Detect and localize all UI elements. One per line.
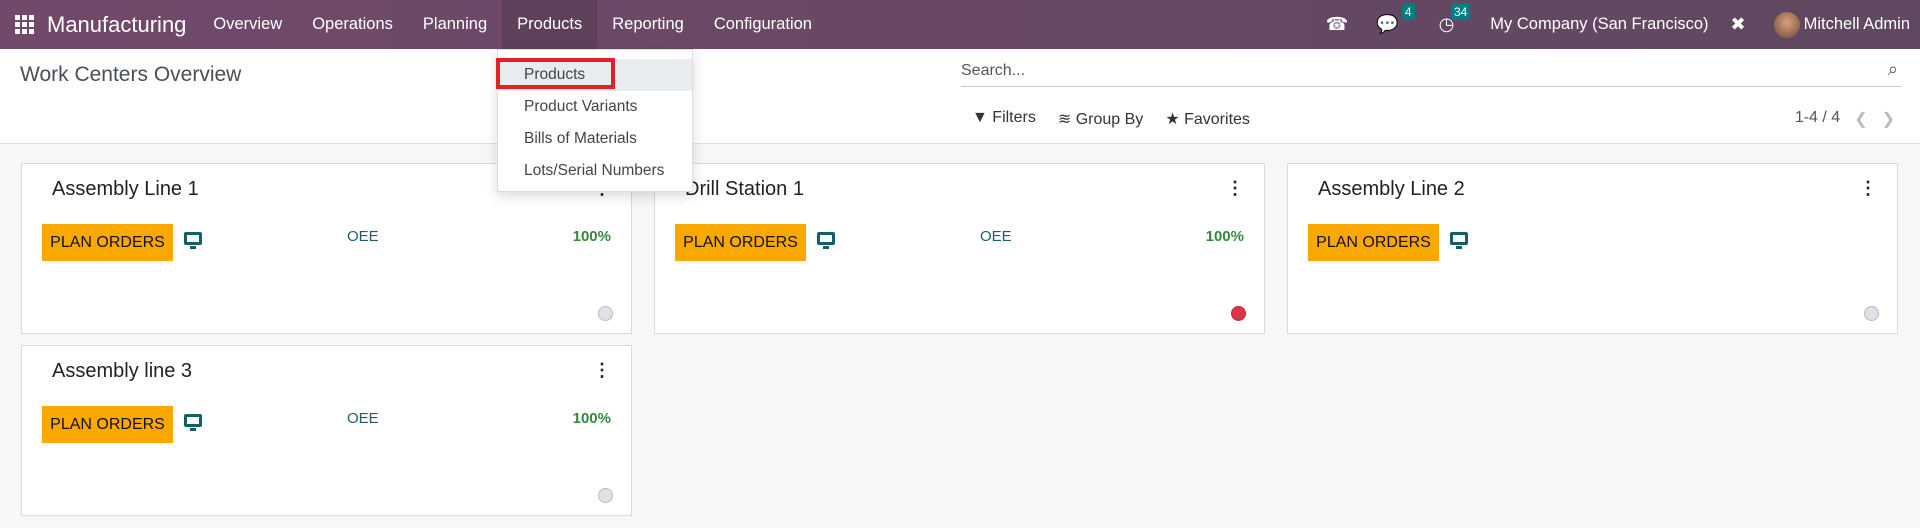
messages-icon[interactable]: 💬 4 [1376, 4, 1415, 35]
plan-orders-button[interactable]: PLAN ORDERS [675, 224, 806, 261]
kebab-menu-icon[interactable]: ⋮ [593, 360, 611, 381]
app-name[interactable]: Manufacturing [47, 12, 186, 38]
oee-label: OEE [347, 410, 379, 427]
group-by-button[interactable]: ≋ Group By [1058, 109, 1143, 129]
kebab-menu-icon[interactable]: ⋮ [1859, 178, 1877, 199]
plan-orders-button[interactable]: PLAN ORDERS [42, 406, 173, 443]
card-title[interactable]: Assembly line 3 [52, 360, 192, 383]
kebab-menu-icon[interactable]: ⋮ [1226, 178, 1244, 199]
card-title[interactable]: Assembly Line 2 [1318, 178, 1465, 201]
plan-orders-button[interactable]: PLAN ORDERS [1308, 224, 1439, 261]
chevron-left-icon[interactable]: ❮ [1854, 109, 1867, 129]
favorites-label: Favorites [1184, 111, 1250, 128]
company-switcher[interactable]: My Company (San Francisco) [1490, 15, 1708, 34]
monitor-icon[interactable] [1450, 232, 1468, 249]
plan-orders-button[interactable]: PLAN ORDERS [42, 224, 173, 261]
page-title: Work Centers Overview [20, 63, 242, 86]
oee-value: 100% [572, 228, 611, 245]
menu-planning[interactable]: Planning [408, 0, 502, 49]
monitor-icon[interactable] [184, 414, 202, 431]
filters-button[interactable]: ▼ Filters [972, 109, 1036, 129]
search-input[interactable]: Search... ⌕ [961, 59, 1902, 87]
control-panel: Work Centers Overview Search... ⌕ ▼ Filte… [0, 49, 1920, 144]
activities-badge: 34 [1450, 4, 1471, 20]
menu-reporting[interactable]: Reporting [597, 0, 699, 49]
top-navbar: Manufacturing Overview Operations Planni… [0, 0, 1920, 49]
avatar[interactable] [1773, 11, 1800, 38]
status-dot[interactable] [598, 488, 613, 503]
highlight-box [496, 58, 615, 89]
workcenter-card[interactable]: Assembly line 3 ⋮ PLAN ORDERS OEE 100% [21, 345, 632, 516]
menu-overview[interactable]: Overview [198, 0, 297, 49]
layers-icon: ≋ [1057, 111, 1072, 128]
search-icon[interactable]: ⌕ [1888, 59, 1898, 80]
monitor-icon[interactable] [817, 232, 835, 249]
oee-value: 100% [1205, 228, 1244, 245]
status-dot[interactable] [1864, 306, 1879, 321]
favorites-button[interactable]: ★ Favorites [1165, 109, 1250, 129]
filters-label: Filters [992, 109, 1036, 126]
card-title[interactable]: Assembly Line 1 [52, 178, 199, 201]
dropdown-item-product-variants[interactable]: Product Variants [498, 91, 692, 123]
search-placeholder: Search... [961, 62, 1026, 79]
oee-label: OEE [980, 228, 1012, 245]
oee-value: 100% [572, 410, 611, 427]
status-dot[interactable] [1231, 306, 1246, 321]
filter-icon: ▼ [972, 109, 988, 126]
chevron-right-icon[interactable]: ❯ [1882, 109, 1895, 129]
workcenter-card[interactable]: Drill Station 1 ⋮ PLAN ORDERS OEE 100% [654, 163, 1265, 334]
tools-icon[interactable]: ✖ [1731, 14, 1746, 35]
dropdown-item-lots-serial-numbers[interactable]: Lots/Serial Numbers [498, 155, 692, 187]
activities-clock-icon[interactable]: ◷ 34 [1439, 4, 1471, 35]
dropdown-item-bills-of-materials[interactable]: Bills of Materials [498, 123, 692, 155]
star-icon: ★ [1165, 111, 1180, 128]
menu-operations[interactable]: Operations [297, 0, 408, 49]
apps-grid-icon[interactable] [15, 14, 35, 35]
group-by-label: Group By [1075, 111, 1144, 128]
messages-badge: 4 [1401, 4, 1415, 20]
workcenter-card[interactable]: Assembly Line 2 ⋮ PLAN ORDERS [1287, 163, 1898, 334]
monitor-icon[interactable] [184, 232, 202, 249]
status-dot[interactable] [598, 306, 613, 321]
oee-label: OEE [347, 228, 379, 245]
phone-icon[interactable]: ☎ [1326, 14, 1348, 35]
pager-value[interactable]: 1-4 / 4 [1795, 109, 1840, 129]
card-title[interactable]: Drill Station 1 [685, 178, 804, 201]
menu-products[interactable]: Products [502, 0, 598, 49]
user-menu[interactable]: Mitchell Admin [1804, 15, 1910, 34]
menu-configuration[interactable]: Configuration [699, 0, 827, 49]
